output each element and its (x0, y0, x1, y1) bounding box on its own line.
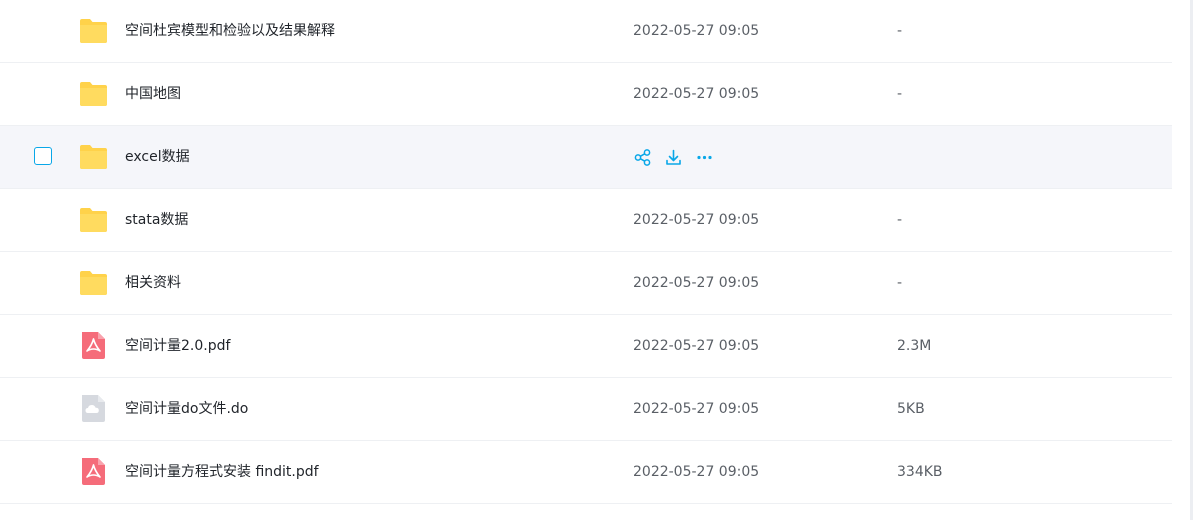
file-name[interactable]: 空间计量方程式安装 findit.pdf (125, 441, 319, 503)
file-list: 空间杜宾模型和检验以及结果解释 2022-05-27 09:05 - 中国地图 … (0, 0, 1172, 504)
folder-icon (79, 79, 108, 108)
folder-icon (79, 142, 108, 171)
download-icon[interactable] (664, 148, 683, 167)
pdf-file-icon (79, 457, 108, 486)
share-icon[interactable] (633, 148, 652, 167)
file-row[interactable]: 空间计量2.0.pdf 2022-05-27 09:05 2.3M (0, 315, 1172, 378)
file-date: 2022-05-27 09:05 (633, 86, 760, 102)
file-size: 2.3M (897, 338, 932, 354)
file-size: 5KB (897, 401, 925, 417)
file-name[interactable]: excel数据 (125, 126, 190, 188)
file-name[interactable]: 空间计量2.0.pdf (125, 315, 230, 377)
file-row[interactable]: stata数据 2022-05-27 09:05 - (0, 189, 1172, 252)
file-size: - (897, 86, 903, 102)
cloud-file-icon (79, 394, 108, 423)
file-size: - (897, 275, 903, 291)
select-checkbox[interactable] (34, 147, 52, 165)
folder-icon (79, 16, 108, 45)
file-name[interactable]: 空间杜宾模型和检验以及结果解释 (125, 0, 335, 62)
row-actions (633, 146, 714, 168)
pdf-file-icon (79, 331, 108, 360)
file-date: 2022-05-27 09:05 (633, 464, 760, 480)
file-name[interactable]: 相关资料 (125, 252, 181, 314)
file-row[interactable]: excel数据 (0, 126, 1172, 189)
folder-icon (79, 268, 108, 297)
file-size: - (897, 212, 903, 228)
more-icon[interactable] (695, 148, 714, 167)
file-row[interactable]: 相关资料 2022-05-27 09:05 - (0, 252, 1172, 315)
file-row[interactable]: 空间计量方程式安装 findit.pdf 2022-05-27 09:05 33… (0, 441, 1172, 504)
file-size: - (897, 23, 903, 39)
file-date: 2022-05-27 09:05 (633, 212, 760, 228)
file-size: 334KB (897, 464, 943, 480)
file-row[interactable]: 空间杜宾模型和检验以及结果解释 2022-05-27 09:05 - (0, 0, 1172, 63)
file-date: 2022-05-27 09:05 (633, 23, 760, 39)
file-name[interactable]: 空间计量do文件.do (125, 378, 248, 440)
file-date: 2022-05-27 09:05 (633, 275, 760, 291)
file-name[interactable]: 中国地图 (125, 63, 181, 125)
file-date: 2022-05-27 09:05 (633, 401, 760, 417)
folder-icon (79, 205, 108, 234)
file-date: 2022-05-27 09:05 (633, 338, 760, 354)
file-row[interactable]: 空间计量do文件.do 2022-05-27 09:05 5KB (0, 378, 1172, 441)
file-name[interactable]: stata数据 (125, 189, 188, 251)
file-row[interactable]: 中国地图 2022-05-27 09:05 - (0, 63, 1172, 126)
